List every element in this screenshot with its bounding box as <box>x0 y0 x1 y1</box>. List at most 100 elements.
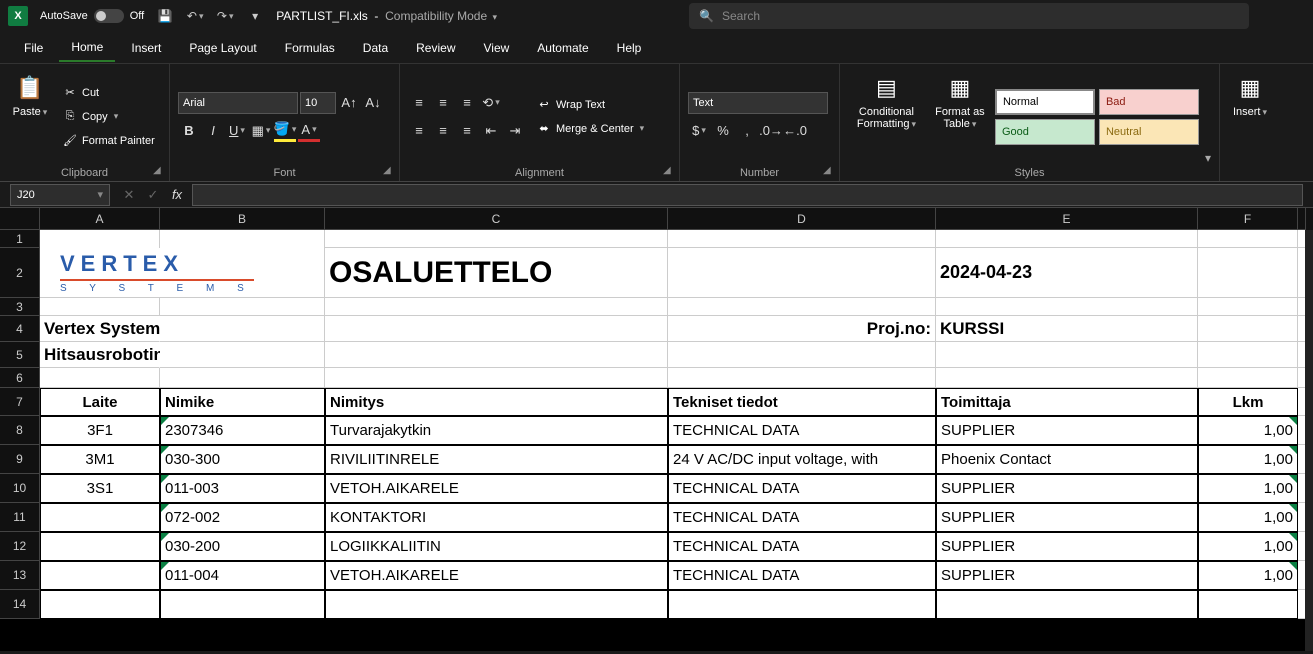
decrease-font-icon[interactable]: A↓ <box>362 92 384 114</box>
row-header[interactable]: 12 <box>0 532 40 561</box>
align-left-icon[interactable]: ≡ <box>408 120 430 142</box>
decrease-decimal-icon[interactable]: ←.0 <box>784 120 806 142</box>
cell[interactable] <box>160 342 325 368</box>
date-cell[interactable]: 2024-04-23 <box>936 248 1198 298</box>
cell[interactable] <box>936 298 1198 316</box>
cell[interactable] <box>668 298 936 316</box>
styles-more-button[interactable]: ▾ <box>1205 68 1211 165</box>
cell[interactable]: 24 V AC/DC input voltage, with <box>668 445 936 474</box>
italic-button[interactable]: I <box>202 120 224 142</box>
header-cell[interactable]: Tekniset tiedot <box>668 388 936 416</box>
menu-formulas[interactable]: Formulas <box>273 35 347 61</box>
menu-insert[interactable]: Insert <box>119 35 173 61</box>
header-cell[interactable]: Nimitys <box>325 388 668 416</box>
row-header[interactable]: 10 <box>0 474 40 503</box>
style-bad[interactable]: Bad <box>1099 89 1199 115</box>
copy-button[interactable]: ⎘Copy <box>58 106 159 128</box>
subtitle-cell[interactable]: Hitsausrobotin ohjaus <box>40 342 160 368</box>
cell[interactable]: SUPPLIER <box>936 561 1198 590</box>
align-middle-icon[interactable]: ≡ <box>432 92 454 114</box>
cell[interactable] <box>325 342 668 368</box>
font-size-select[interactable] <box>300 92 336 114</box>
cell[interactable]: 3M1 <box>40 445 160 474</box>
cell[interactable]: 011-003 <box>160 474 325 503</box>
cell[interactable]: 1,00 <box>1198 474 1298 503</box>
launcher-icon[interactable]: ◢ <box>823 165 835 177</box>
cell[interactable]: 3S1 <box>40 474 160 503</box>
cell[interactable]: TECHNICAL DATA <box>668 416 936 445</box>
cell[interactable]: 1,00 <box>1198 561 1298 590</box>
col-header[interactable]: B <box>160 208 325 230</box>
col-header[interactable]: A <box>40 208 160 230</box>
row-header[interactable]: 1 <box>0 230 40 248</box>
cell[interactable] <box>1198 230 1298 248</box>
cell[interactable] <box>325 368 668 388</box>
cell[interactable]: LOGIIKKALIITIN <box>325 532 668 561</box>
cell[interactable] <box>1198 316 1298 342</box>
cell[interactable]: 1,00 <box>1198 532 1298 561</box>
cell[interactable] <box>1198 368 1298 388</box>
cell[interactable] <box>325 316 668 342</box>
cell[interactable] <box>668 368 936 388</box>
cell[interactable]: VETOH.AIKARELE <box>325 561 668 590</box>
cell[interactable] <box>325 230 668 248</box>
row-header[interactable]: 11 <box>0 503 40 532</box>
cell[interactable] <box>668 230 936 248</box>
cell[interactable] <box>1198 298 1298 316</box>
cell[interactable]: 2307346 <box>160 416 325 445</box>
spreadsheet-grid[interactable]: A B C D E F 1 2 VERTEX S Y S T E M S OSA… <box>0 208 1313 651</box>
logo-cell[interactable]: VERTEX S Y S T E M S <box>40 248 325 298</box>
col-header[interactable]: F <box>1198 208 1298 230</box>
cell[interactable] <box>668 342 936 368</box>
cell[interactable] <box>936 590 1198 619</box>
insert-cells-button[interactable]: ▦ Insert <box>1228 68 1272 179</box>
title-cell[interactable]: OSALUETTELO <box>325 248 668 298</box>
formula-bar[interactable] <box>192 184 1303 206</box>
cell[interactable] <box>668 590 936 619</box>
increase-font-icon[interactable]: A↑ <box>338 92 360 114</box>
style-neutral[interactable]: Neutral <box>1099 119 1199 145</box>
menu-review[interactable]: Review <box>404 35 467 61</box>
cell[interactable]: TECHNICAL DATA <box>668 503 936 532</box>
cell[interactable] <box>325 590 668 619</box>
style-good[interactable]: Good <box>995 119 1095 145</box>
row-header[interactable]: 3 <box>0 298 40 316</box>
fx-icon[interactable]: fx <box>166 184 188 206</box>
cell[interactable]: 3F1 <box>40 416 160 445</box>
cell[interactable]: TECHNICAL DATA <box>668 561 936 590</box>
undo-icon[interactable]: ↶ <box>186 7 204 25</box>
cell[interactable]: 072-002 <box>160 503 325 532</box>
row-header[interactable]: 4 <box>0 316 40 342</box>
menu-help[interactable]: Help <box>605 35 654 61</box>
cell[interactable] <box>160 298 325 316</box>
conditional-formatting-button[interactable]: ▤ Conditional Formatting <box>848 68 925 165</box>
header-cell[interactable]: Nimike <box>160 388 325 416</box>
cell[interactable]: Phoenix Contact <box>936 445 1198 474</box>
row-header[interactable]: 13 <box>0 561 40 590</box>
cell[interactable] <box>668 248 936 298</box>
qat-more-icon[interactable]: ▾ <box>246 7 264 25</box>
company-cell[interactable]: Vertex Systems Oy <box>40 316 160 342</box>
decrease-indent-icon[interactable]: ⇤ <box>480 120 502 142</box>
row-header[interactable]: 9 <box>0 445 40 474</box>
cell[interactable]: Turvarajakytkin <box>325 416 668 445</box>
cell[interactable] <box>160 230 325 248</box>
menu-view[interactable]: View <box>472 35 522 61</box>
cell[interactable]: SUPPLIER <box>936 416 1198 445</box>
cell[interactable] <box>936 230 1198 248</box>
save-icon[interactable]: 💾 <box>156 7 174 25</box>
menu-automate[interactable]: Automate <box>525 35 600 61</box>
cell[interactable]: 030-200 <box>160 532 325 561</box>
menu-data[interactable]: Data <box>351 35 400 61</box>
name-box[interactable]: J20▾ <box>10 184 110 206</box>
menu-home[interactable]: Home <box>59 34 115 62</box>
paste-button[interactable]: 📋 Paste <box>8 68 52 165</box>
comma-icon[interactable]: , <box>736 120 758 142</box>
launcher-icon[interactable]: ◢ <box>153 165 165 177</box>
redo-icon[interactable]: ↷ <box>216 7 234 25</box>
projno-cell[interactable]: KURSSI <box>936 316 1198 342</box>
row-header[interactable]: 7 <box>0 388 40 416</box>
align-right-icon[interactable]: ≡ <box>456 120 478 142</box>
merge-center-button[interactable]: ⬌Merge & Center <box>532 118 648 140</box>
col-header[interactable]: E <box>936 208 1198 230</box>
